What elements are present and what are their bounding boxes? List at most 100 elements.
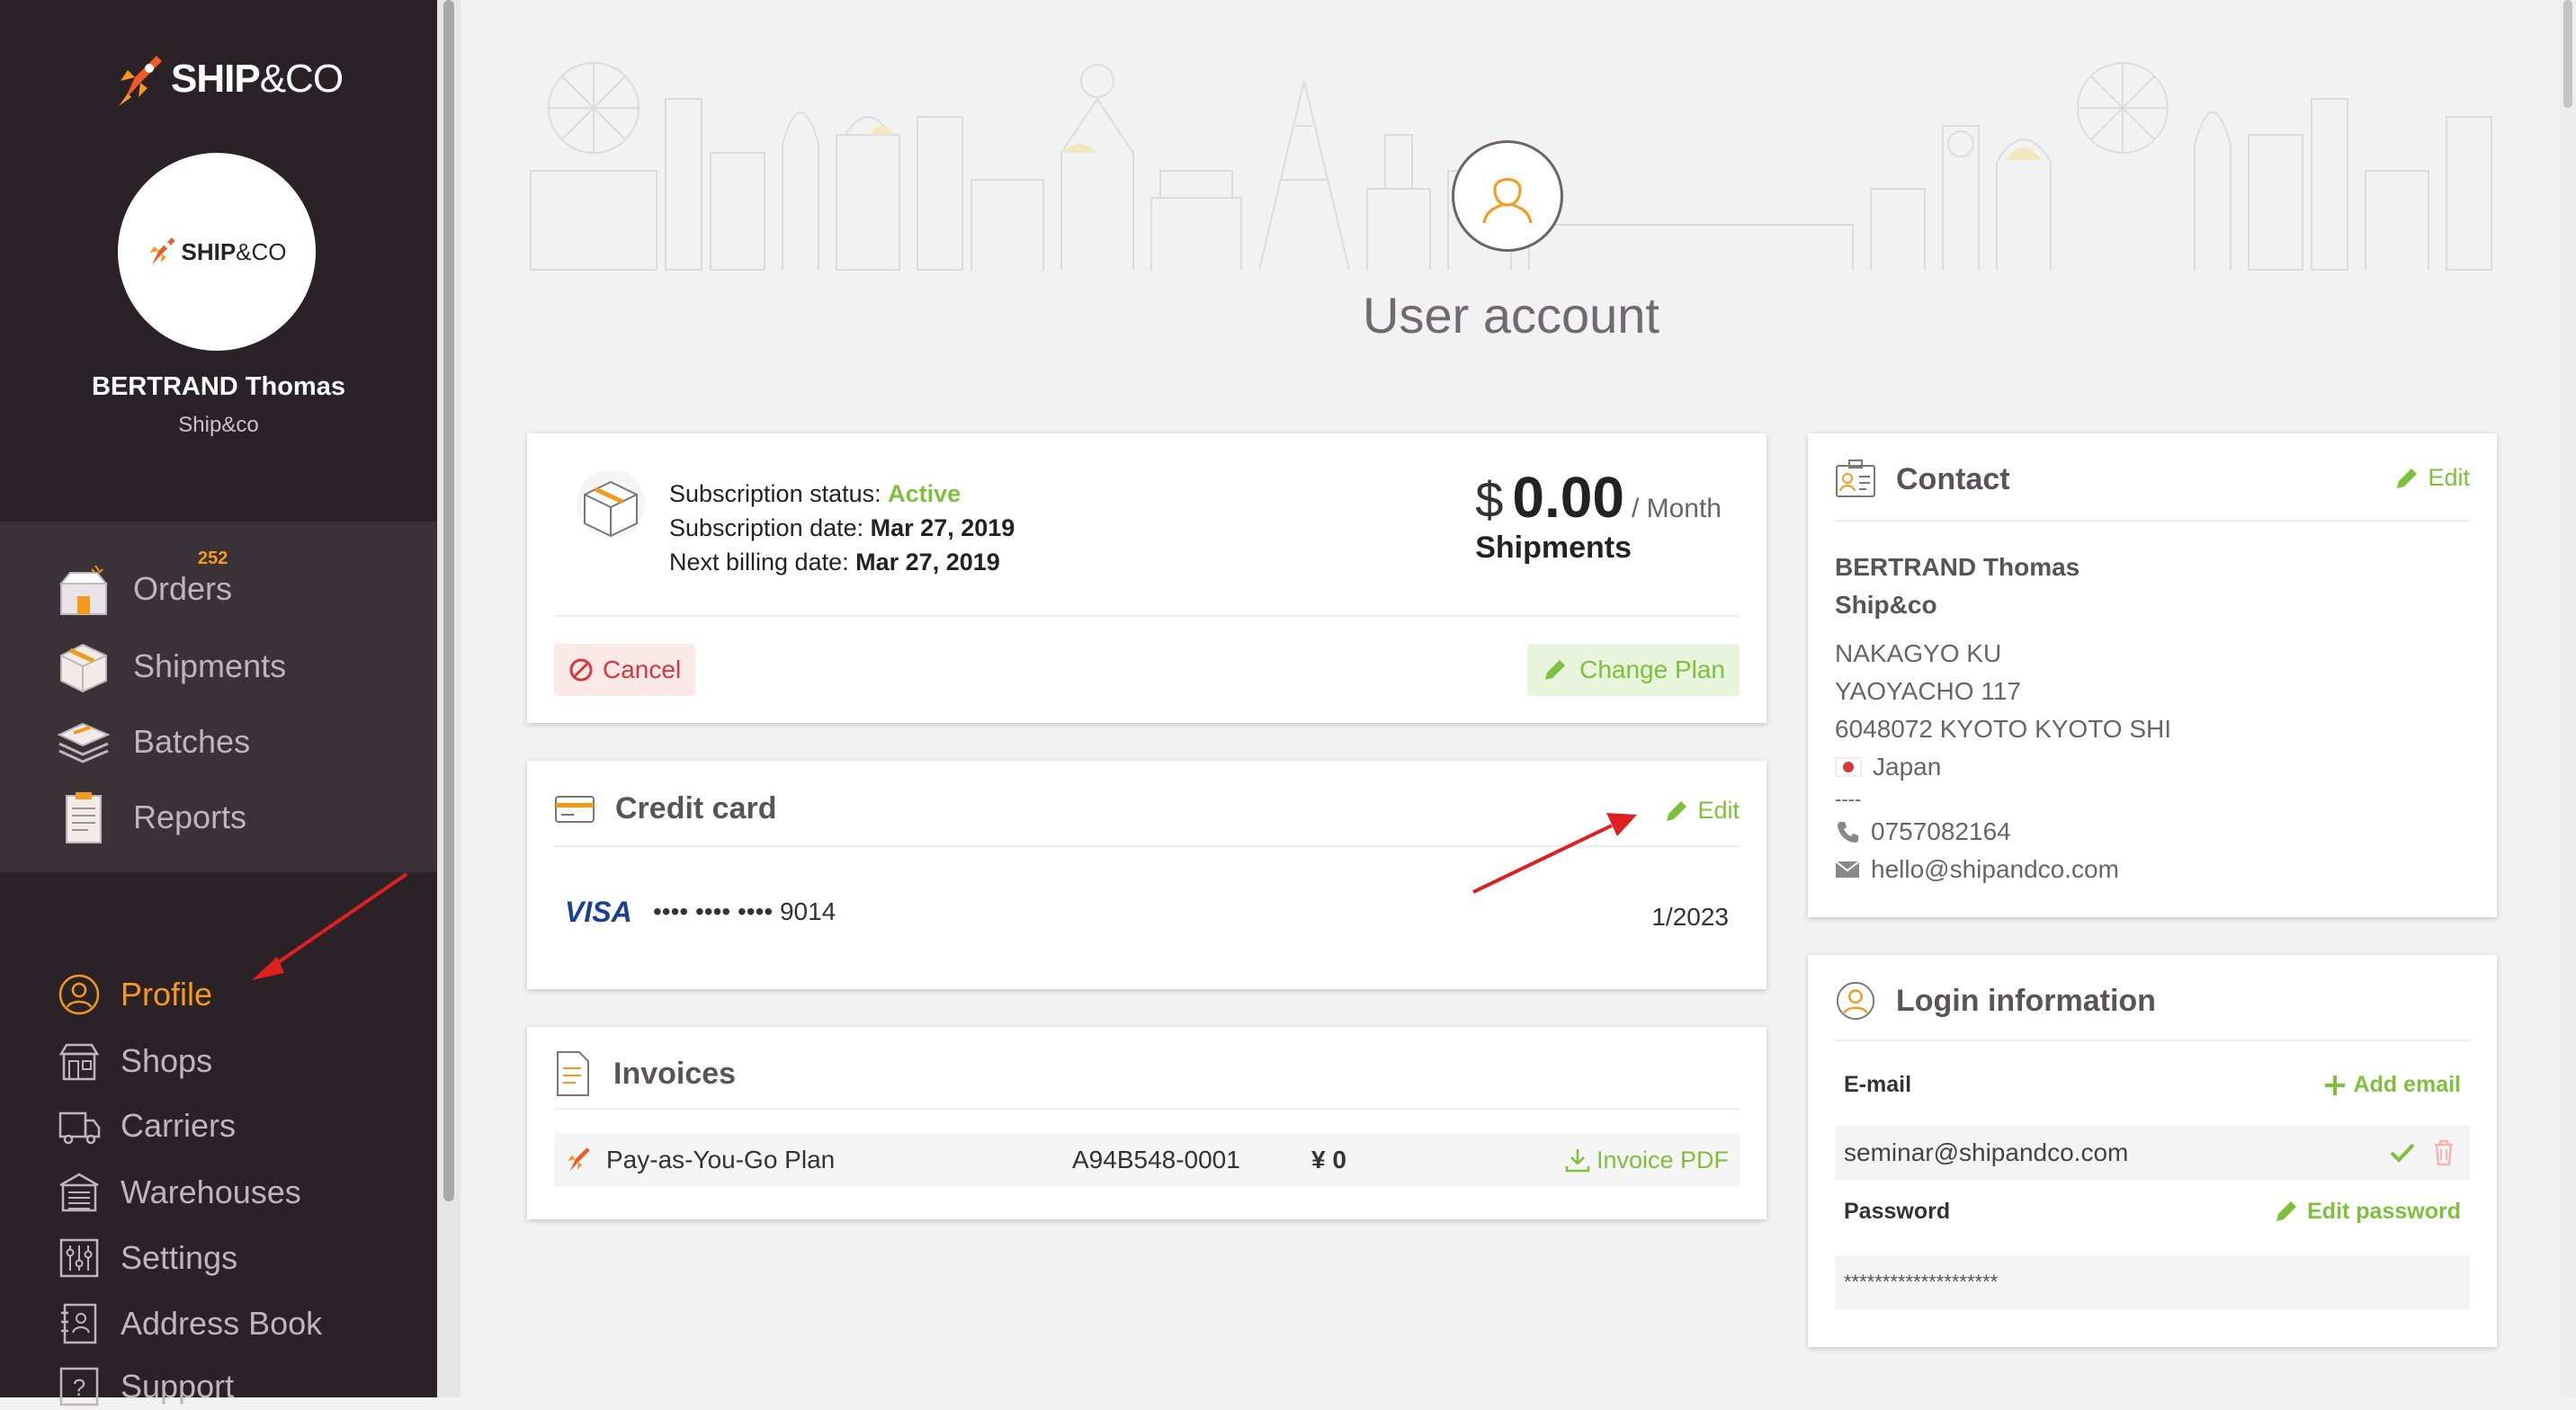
warehouses-icon: [56, 1169, 103, 1216]
nav-item-label: Support: [121, 1368, 235, 1405]
add-email-label: Add email: [2353, 1072, 2461, 1097]
nav-item-profile[interactable]: Profile: [56, 971, 212, 1018]
contact-separator: ----: [1835, 788, 1862, 810]
support-icon: ?: [56, 1363, 103, 1410]
nav-item-label: Reports: [133, 799, 247, 835]
change-plan-button[interactable]: Change Plan: [1527, 644, 1740, 696]
cancel-label: Cancel: [603, 656, 682, 683]
email-field[interactable]: seminar@shipandco.com: [1835, 1126, 2470, 1180]
change-plan-label: Change Plan: [1579, 656, 1725, 683]
price-period: / Month: [1631, 494, 1722, 523]
avatar[interactable]: SHIP&CO: [118, 153, 316, 351]
next-billing-line: Next billing date: Mar 27, 2019: [669, 549, 1000, 576]
trash-icon[interactable]: [2432, 1139, 2455, 1166]
login-information-card: Login information E-mail Add email semin…: [1808, 955, 2497, 1347]
japan-flag-icon: [1835, 757, 1862, 777]
brand-name: SHIP&CO: [171, 57, 344, 101]
carriers-icon: [56, 1102, 103, 1149]
brand-logo[interactable]: SHIP&CO: [115, 50, 344, 108]
credit-card-icon: [555, 795, 595, 823]
nav-item-shipments[interactable]: Shipments: [56, 637, 286, 696]
login-header: Login information: [1835, 980, 2156, 1022]
annotation-arrow-edit: [1472, 813, 1637, 894]
edit-label: Edit: [1697, 797, 1740, 824]
phone-icon: [1838, 822, 1858, 843]
address-book-icon: [56, 1300, 103, 1347]
price-amount: 0.00: [1512, 465, 1624, 530]
cancel-subscription-button[interactable]: Cancel: [554, 644, 696, 696]
contact-title: Contact: [1896, 461, 2010, 496]
invoice-plan: Pay-as-You-Go Plan: [606, 1146, 836, 1174]
edit-label: Edit: [2428, 464, 2470, 491]
nav-item-settings[interactable]: Settings: [56, 1235, 237, 1281]
password-field[interactable]: ********************: [1835, 1255, 2470, 1309]
invoice-pdf-label: Invoice PDF: [1596, 1146, 1729, 1174]
rocket-icon: [568, 1147, 590, 1172]
visa-logo: VISA: [565, 896, 632, 928]
edit-contact-link[interactable]: Edit: [2393, 464, 2470, 492]
reports-icon: [56, 788, 119, 847]
nav-item-address-book[interactable]: Address Book: [56, 1300, 322, 1347]
nav-item-support[interactable]: ? Support: [56, 1363, 234, 1410]
scrollbar-thumb[interactable]: [443, 0, 454, 1201]
login-title: Login information: [1896, 983, 2156, 1018]
nav-item-reports[interactable]: Reports: [56, 788, 246, 847]
invoice-pdf-link[interactable]: Invoice PDF: [1564, 1147, 1729, 1174]
sidebar-scrollbar[interactable]: [437, 0, 461, 1397]
invoice-row: Pay-as-You-Go Plan A94B548-0001 ¥ 0 Invo…: [554, 1133, 1740, 1187]
divider: [554, 615, 1740, 617]
email-row: E-mail Add email: [1835, 1072, 2470, 1098]
nav-item-shops[interactable]: Shops: [56, 1038, 212, 1084]
contact-header: Contact: [1835, 459, 2010, 500]
page-scrollbar[interactable]: [2560, 0, 2576, 1397]
pencil-icon: [1545, 660, 1566, 680]
document-icon: [557, 1051, 589, 1096]
invoices-header: Invoices: [554, 1050, 736, 1097]
add-email-link[interactable]: Add email: [2323, 1072, 2461, 1098]
contact-card-icon: [1836, 460, 1875, 497]
rocket-icon: [150, 237, 176, 265]
phone-number: 0757082164: [1871, 817, 2011, 845]
password-row: Password Edit password: [1835, 1198, 2470, 1225]
user-circle-icon: [1836, 981, 1875, 1021]
contact-name: BERTRAND Thomas: [1835, 553, 2080, 581]
nav-item-warehouses[interactable]: Warehouses: [56, 1169, 301, 1216]
subscription-card: Subscription status: Active Subscription…: [527, 433, 1767, 723]
nav-item-carriers[interactable]: Carriers: [56, 1102, 236, 1149]
shipments-icon: [56, 637, 119, 696]
user-icon: [1482, 178, 1533, 224]
password-label: Password: [1844, 1198, 1951, 1224]
nav-item-label: Orders: [133, 570, 233, 607]
password-value: ********************: [1844, 1271, 1999, 1293]
check-icon[interactable]: [2389, 1141, 2416, 1165]
credit-card-title: Credit card: [615, 791, 777, 825]
nav-item-label: Batches: [133, 723, 251, 760]
annotation-arrow-profile: [252, 872, 408, 980]
user-company: Ship&co: [178, 413, 259, 437]
invoice-number: A94B548-0001: [1072, 1146, 1240, 1174]
nav-item-label: Address Book: [121, 1305, 323, 1342]
edit-password-label: Edit password: [2307, 1198, 2461, 1224]
settings-icon: [56, 1235, 103, 1281]
download-icon: [1565, 1149, 1590, 1173]
edit-credit-card-link[interactable]: Edit: [1663, 797, 1740, 825]
nav-item-label: Warehouses: [121, 1174, 301, 1210]
credit-card-header: Credit card: [554, 791, 777, 826]
contact-address-line: NAKAGYO KU: [1835, 639, 2002, 667]
divider: [1835, 520, 2470, 522]
email-label: E-mail: [1844, 1072, 1912, 1097]
nav-item-batches[interactable]: Batches: [56, 712, 250, 772]
email-value: seminar@shipandco.com: [1844, 1138, 2129, 1166]
invoice-amount: ¥ 0: [1311, 1146, 1346, 1174]
cancel-icon: [569, 658, 593, 682]
subscription-details: Subscription status: Active Subscription…: [669, 477, 1015, 579]
contact-email: hello@shipandco.com: [1835, 851, 2171, 888]
contact-address-line: YAOYACHO 117: [1835, 677, 2021, 705]
sidebar: SHIP&CO SHIP&CO BERTRAND Thomas Ship&co …: [0, 0, 437, 1406]
nav-item-label: Carriers: [121, 1107, 237, 1144]
edit-password-link[interactable]: Edit password: [2273, 1198, 2461, 1225]
scrollbar-thumb[interactable]: [2563, 0, 2572, 108]
invoices-card: Invoices Pay-as-You-Go Plan A94B548-0001…: [527, 1027, 1767, 1219]
nav-item-orders[interactable]: Orders: [56, 559, 232, 619]
user-account-avatar: [1452, 140, 1563, 252]
